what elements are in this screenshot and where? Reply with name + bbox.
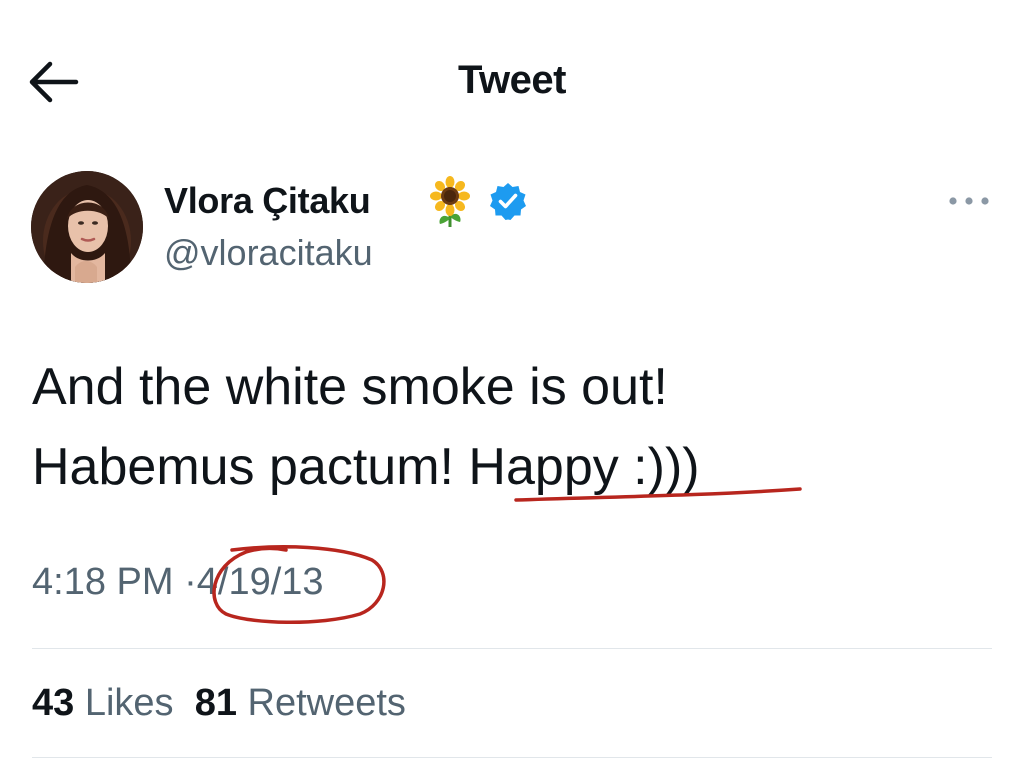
likes-count: 43 bbox=[32, 682, 75, 724]
top-bar: Tweet bbox=[0, 0, 1024, 160]
retweets-label: Retweets bbox=[247, 682, 406, 724]
tweet-text: And the white smoke is out! Habemus pact… bbox=[32, 347, 992, 507]
avatar-image bbox=[31, 171, 143, 283]
likes-stat[interactable]: 43 Likes bbox=[32, 682, 174, 724]
more-horizontal-icon bbox=[949, 197, 989, 205]
author-display-name[interactable]: Vlora Çitaku bbox=[164, 180, 371, 222]
avatar[interactable] bbox=[31, 171, 143, 283]
author-handle[interactable]: @vloracitaku bbox=[164, 232, 373, 274]
verified-badge-icon bbox=[488, 181, 528, 221]
page-title: Tweet bbox=[458, 58, 566, 102]
more-options-button[interactable] bbox=[944, 190, 994, 212]
tweet-time: 4:18 PM bbox=[32, 561, 174, 603]
retweets-stat[interactable]: 81 Retweets bbox=[195, 682, 406, 724]
divider bbox=[32, 648, 992, 649]
tweet-text-highlight: Happy :))) bbox=[468, 438, 700, 496]
meta-separator: · bbox=[184, 561, 197, 603]
likes-label: Likes bbox=[84, 682, 174, 724]
divider bbox=[32, 757, 992, 758]
tweet-stats: 43 Likes 81 Retweets bbox=[32, 682, 406, 725]
tweet-timestamp[interactable]: 4:18 PM ·4/19/13 bbox=[32, 561, 324, 604]
tweet-text-prefix: Habemus pactum! bbox=[32, 438, 469, 496]
tweet-text-line-1: And the white smoke is out! bbox=[32, 358, 668, 416]
tweet-date: 4/19/13 bbox=[196, 561, 324, 603]
retweets-count: 81 bbox=[194, 682, 237, 724]
sunflower-icon bbox=[426, 176, 474, 228]
tweet-text-line-2: Habemus pactum! Happy :))) bbox=[32, 427, 992, 507]
